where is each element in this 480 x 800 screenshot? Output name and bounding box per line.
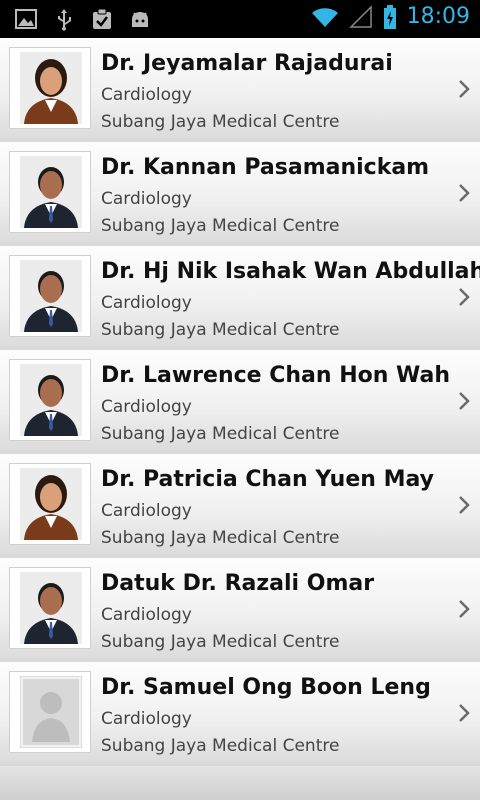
doctor-name: Dr. Lawrence Chan Hon Wah (101, 363, 451, 388)
doctor-name: Dr. Kannan Pasamanickam (101, 155, 430, 180)
doctor-hospital: Subang Jaya Medical Centre (101, 216, 340, 236)
doctor-name: Dr. Hj Nik Isahak Wan Abdullah (101, 259, 480, 284)
doctor-hospital: Subang Jaya Medical Centre (101, 528, 340, 548)
doctor-hospital: Subang Jaya Medical Centre (101, 320, 340, 340)
doctor-name: Datuk Dr. Razali Omar (101, 571, 375, 596)
image-icon (15, 9, 37, 29)
doctor-specialty: Cardiology (101, 501, 192, 521)
doctor-photo (9, 671, 91, 753)
doctor-list-item[interactable]: Dr. Jeyamalar Rajadurai Cardiology Suban… (0, 38, 480, 138)
doctor-specialty: Cardiology (101, 189, 192, 209)
doctor-specialty: Cardiology (101, 397, 192, 417)
doctor-hospital: Subang Jaya Medical Centre (101, 736, 340, 756)
doctor-list-item[interactable]: Dr. Hj Nik Isahak Wan Abdullah Cardiolog… (0, 246, 480, 346)
placeholder-avatar-icon (20, 676, 82, 748)
list-footer (0, 766, 480, 800)
status-bar: 18:09 (0, 0, 480, 38)
chevron-right-icon (459, 288, 470, 306)
chevron-right-icon (459, 80, 470, 98)
chevron-right-icon (459, 184, 470, 202)
notification-icons (14, 7, 152, 31)
doctor-list-item[interactable]: Datuk Dr. Razali Omar Cardiology Subang … (0, 558, 480, 658)
doctor-hospital: Subang Jaya Medical Centre (101, 632, 340, 652)
doctor-specialty: Cardiology (101, 293, 192, 313)
chevron-right-icon (459, 704, 470, 722)
doctor-list-item[interactable]: Dr. Kannan Pasamanickam Cardiology Suban… (0, 142, 480, 242)
wifi-icon (311, 7, 338, 27)
doctor-name: Dr. Patricia Chan Yuen May (101, 467, 434, 492)
signal-icon (348, 4, 372, 28)
chevron-right-icon (459, 600, 470, 618)
doctor-list[interactable]: Dr. Jeyamalar Rajadurai Cardiology Suban… (0, 38, 480, 766)
doctor-photo (9, 47, 91, 129)
clipboard-check-icon (93, 8, 111, 29)
doctor-photo (9, 255, 91, 337)
clock: 18:09 (406, 4, 470, 29)
doctor-photo (9, 463, 91, 545)
doctor-name: Dr. Samuel Ong Boon Leng (101, 675, 431, 700)
doctor-photo (9, 359, 91, 441)
chevron-right-icon (459, 496, 470, 514)
battery-charging-icon (383, 4, 396, 29)
doctor-list-item[interactable]: Dr. Lawrence Chan Hon Wah Cardiology Sub… (0, 350, 480, 450)
doctor-specialty: Cardiology (101, 709, 192, 729)
doctor-photo (9, 567, 91, 649)
doctor-list-item[interactable]: Dr. Samuel Ong Boon Leng Cardiology Suba… (0, 662, 480, 762)
doctor-specialty: Cardiology (101, 605, 192, 625)
doctor-hospital: Subang Jaya Medical Centre (101, 424, 340, 444)
usb-icon (58, 9, 71, 31)
android-icon (132, 12, 148, 27)
doctor-name: Dr. Jeyamalar Rajadurai (101, 51, 393, 76)
doctor-list-item[interactable]: Dr. Patricia Chan Yuen May Cardiology Su… (0, 454, 480, 554)
doctor-specialty: Cardiology (101, 85, 192, 105)
system-icons: 18:09 (311, 4, 470, 29)
doctor-photo (9, 151, 91, 233)
chevron-right-icon (459, 392, 470, 410)
doctor-hospital: Subang Jaya Medical Centre (101, 112, 340, 132)
